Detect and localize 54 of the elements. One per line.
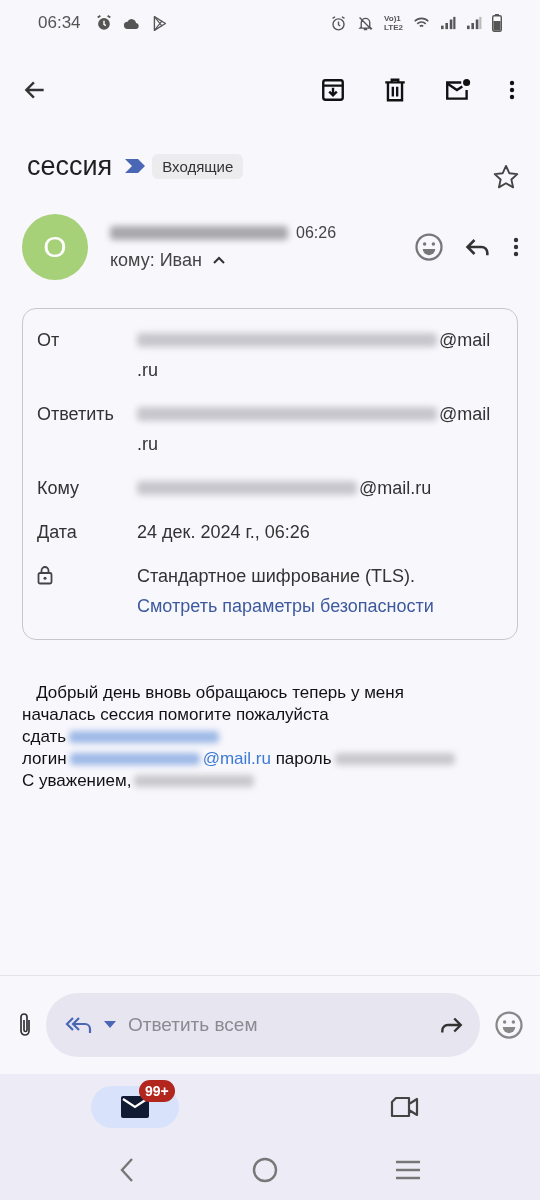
detail-value: 24 дек. 2024 г., 06:26	[137, 521, 310, 544]
detail-value: @mail.ru	[359, 477, 432, 500]
paperclip-icon	[18, 1012, 32, 1038]
cloud-icon	[122, 16, 141, 30]
battery-icon	[492, 14, 502, 32]
status-time: 06:34	[38, 13, 81, 33]
detail-value: @mail	[439, 329, 491, 352]
archive-icon	[320, 77, 346, 103]
body-text: началась сессия помогите пожалуйста	[22, 704, 329, 726]
body-text: Добрый день вновь обращаюсь теперь у меня	[35, 682, 404, 704]
dropdown-icon	[104, 1021, 116, 1029]
detail-value: .ru	[137, 359, 158, 382]
body-text: С уважением,	[22, 770, 132, 792]
smiley-icon	[414, 232, 444, 262]
detail-value: @mail	[439, 403, 491, 426]
security-link[interactable]: Смотреть параметры безопасности	[137, 591, 503, 621]
trash-icon	[382, 77, 408, 103]
importance-icon	[124, 158, 147, 174]
mail-dot-icon	[444, 77, 472, 103]
detail-value: Стандартное шифрование (TLS).	[137, 565, 416, 588]
alarm-icon	[330, 14, 348, 32]
home-nav-icon[interactable]	[252, 1157, 278, 1183]
subject-title: сессия	[27, 150, 113, 182]
reply-all-icon	[64, 1014, 94, 1036]
detail-label: От	[37, 329, 60, 352]
network-label: Vo)1 LTE2	[384, 14, 403, 32]
wifi-icon	[413, 16, 430, 30]
reply-input[interactable]: Ответить всем	[126, 1013, 428, 1037]
mail-icon	[121, 1096, 149, 1118]
back-nav-icon[interactable]	[118, 1157, 135, 1183]
reply-field[interactable]: Ответить всем	[46, 993, 480, 1057]
body-text: пароль	[274, 748, 332, 770]
caret-icon	[211, 255, 226, 265]
smiley-icon	[494, 1010, 524, 1040]
star-icon	[492, 163, 520, 191]
label-chip[interactable]: Входящие	[152, 153, 244, 179]
body-text: логин	[22, 748, 67, 770]
lock-icon	[37, 565, 53, 585]
signal-icon	[466, 16, 482, 30]
video-camera-icon	[390, 1096, 420, 1118]
detail-label: Дата	[37, 521, 77, 544]
avatar: O	[22, 214, 88, 280]
signal-icon	[440, 16, 456, 30]
email-link[interactable]: @mail.ru	[202, 748, 271, 770]
recipient-text: кому: Иван	[110, 249, 202, 271]
detail-label: Ответить	[37, 403, 114, 426]
mail-tab[interactable]	[91, 1086, 179, 1128]
message-time: 06:26	[296, 223, 337, 242]
detail-label: Кому	[37, 477, 80, 500]
recents-nav-icon[interactable]	[395, 1160, 422, 1180]
more-icon	[512, 235, 520, 259]
body-text: сдать	[22, 726, 67, 748]
unread-count-badge: 99+	[139, 1080, 175, 1102]
detail-value: .ru	[137, 433, 158, 456]
